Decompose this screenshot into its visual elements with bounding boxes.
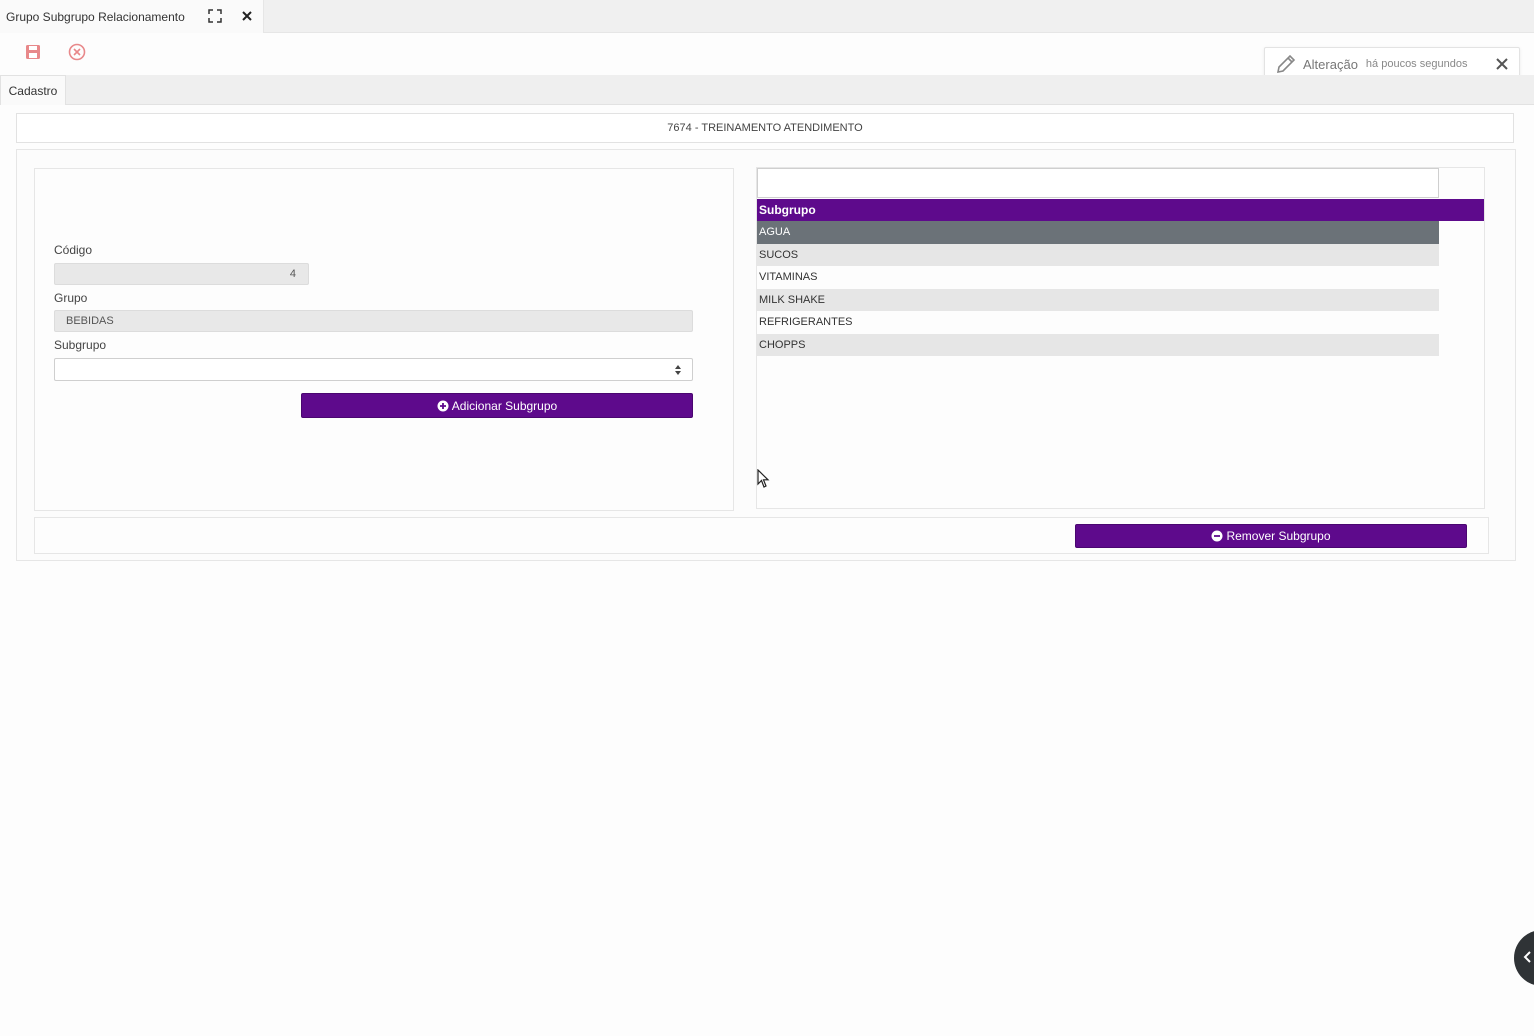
record-header: 7674 - TREINAMENTO ATENDIMENTO (16, 113, 1514, 143)
save-icon[interactable] (24, 43, 42, 61)
plus-circle-icon (437, 400, 449, 412)
tab-cadastro[interactable]: Cadastro (0, 75, 66, 105)
subgrupo-label: Subgrupo (54, 338, 107, 352)
list-item[interactable]: VITAMINAS (757, 266, 1439, 289)
grupo-field: BEBIDAS (54, 310, 693, 332)
list-header-subgrupo[interactable]: Subgrupo (757, 199, 1484, 221)
sort-caret-icon (674, 364, 682, 376)
list-item[interactable]: SUCOS (757, 243, 1439, 266)
remove-subgrupo-button[interactable]: Remover Subgrupo (1075, 524, 1467, 548)
list-filter-input[interactable] (757, 168, 1439, 198)
list-item[interactable]: REFRIGERANTES (757, 311, 1439, 334)
close-icon[interactable] (1495, 57, 1509, 71)
mouse-cursor-icon (757, 468, 771, 489)
grupo-label: Grupo (54, 291, 88, 305)
close-icon[interactable] (240, 9, 254, 23)
subgrupo-list: AGUA SUCOS VITAMINAS MILK SHAKE REFRIGER… (757, 221, 1439, 356)
side-panel-toggle[interactable] (1514, 930, 1534, 986)
window-tab-strip: Grupo Subgrupo Relacionamento (0, 0, 1534, 33)
remove-subgrupo-label: Remover Subgrupo (1226, 529, 1331, 543)
cancel-circle-icon[interactable] (68, 43, 86, 61)
notification-time: há poucos segundos (1365, 58, 1468, 70)
list-item[interactable]: CHOPPS (757, 333, 1439, 356)
maximize-icon[interactable] (208, 9, 222, 23)
list-item[interactable]: MILK SHAKE (757, 288, 1439, 311)
window-tab-grupo-subgrupo[interactable]: Grupo Subgrupo Relacionamento (0, 0, 264, 33)
pencil-icon (1275, 53, 1297, 75)
form-tab-bar: Cadastro (0, 75, 1534, 105)
notification-title: Alteração (1303, 56, 1358, 72)
list-item[interactable]: AGUA (757, 221, 1439, 244)
form-panel (34, 168, 734, 511)
window-tab-title: Grupo Subgrupo Relacionamento (6, 9, 185, 24)
codigo-field: 4 (54, 263, 309, 285)
codigo-label: Código (54, 243, 93, 257)
add-subgrupo-label: Adicionar Subgrupo (451, 398, 558, 413)
minus-circle-icon (1211, 530, 1223, 542)
add-subgrupo-button[interactable]: Adicionar Subgrupo (301, 393, 693, 418)
subgrupo-select[interactable] (54, 358, 693, 381)
chevron-left-icon (1522, 950, 1532, 967)
